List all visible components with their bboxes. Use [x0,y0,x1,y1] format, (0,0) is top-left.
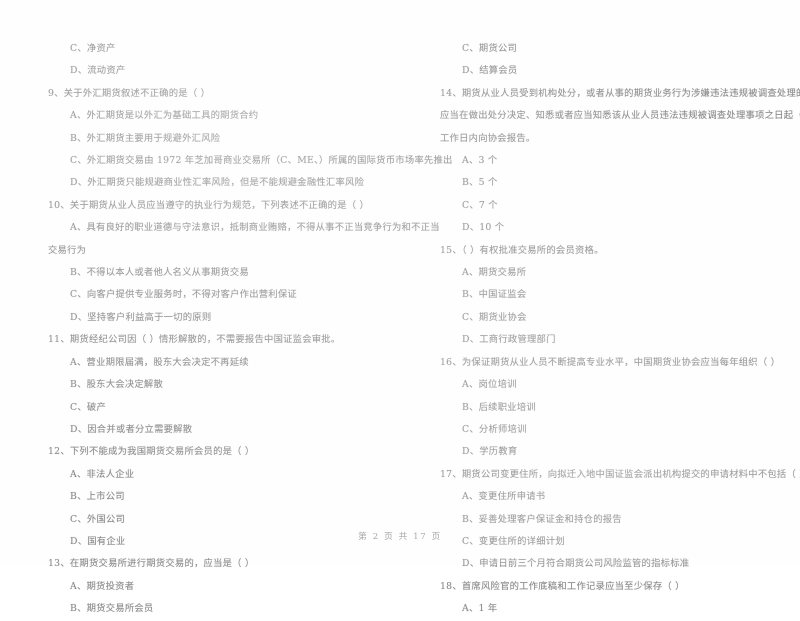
document-page: C、净资产 D、流动资产 9、关于外汇期货叙述不正确的是（ ） A、外汇期货是以外汇为… [0,0,800,614]
option-line: D、结算会员 [462,65,518,77]
option-line: A、3 个 [462,155,498,167]
option-line: C、净资产 [70,43,116,54]
option-line: A、变更住所申请书 [462,491,546,503]
option-line: B、上市公司 [70,491,125,503]
option-line: A、岗位培训 [462,379,517,391]
option-line: D、坚持客户利益高于一切的原则 [70,311,212,323]
question-line: 11、期货经纪公司因（ ）情形解散的，不需要报告中国证监会审批。 [48,334,341,346]
question-line: 18、首席风险官的工作底稿和工作记录应当至少保存（ ） [440,580,685,592]
option-line: B、股东大会决定解散 [70,379,164,391]
option-line: D、流动资产 [70,65,126,77]
option-line: D、学历教育 [462,446,518,458]
question-line: 16、为保证期货从业人员不断提高专业水平，中国期货业协会应当每年组织（ ） [440,356,781,368]
option-line: C、7 个 [462,199,498,211]
question-line: 10、关于期货从业人员应当遵守的执业行为规范，下列表述不正确的是（ ） [48,199,370,211]
question-line: 12、下列不能成为我国期货交易所会员的是（ ） [48,446,255,458]
option-line: A、非法人企业 [70,468,135,480]
page-footer: 第 2 页 共 17 页 [358,532,442,542]
option-line: A、具有良好的职业道德与守法意识，抵制商业贿赂，不得从事不正当竞争行为和不正当 [70,222,440,234]
option-line: D、外汇期货只能规避商业性汇率风险，但是不能规避金融性汇率风险 [70,177,365,189]
option-line-continued: 交易行为 [48,244,87,256]
option-line: B、不得以本人或者他人名义从事期货交易 [70,267,249,279]
option-line: A、外汇期货是以外汇为基础工具的期货合约 [70,110,259,122]
option-line: A、营业期限届满，股东大会决定不再延续 [70,356,249,368]
option-line: A、期货交易所 [462,267,527,279]
option-line: C、向客户提供专业服务时，不得对客户作出营利保证 [70,289,297,301]
option-line: B、妥善处理客户保证金和持仓的报告 [462,513,622,525]
option-line: D、因合并或者分立需要解散 [70,423,193,435]
question-line-continued: 应当在做出处分决定、知悉或者应当知悉该从业人员违法违规被调查处理事项之日起（ ） [440,110,800,122]
option-line: C、分析师培训 [462,423,527,435]
option-line: C、外汇期货交易由 1972 年芝加哥商业交易所（C、ME、）所属的国际货币市场… [70,155,453,167]
option-line: B、外汇期货主要用于规避外汇风险 [70,132,221,144]
option-line: B、期货交易所会员 [70,603,154,615]
option-line: C、期货业协会 [462,311,527,323]
option-line: A、1 年 [462,603,498,615]
question-line: 14、期货从业人员受到机构处分，或者从事的期货业务行为涉嫌违法违规被调查处理的，… [440,87,800,99]
question-line: 15、（ ）有权批准交易所的会员资格。 [440,244,604,256]
option-line: B、中国证监会 [462,289,527,301]
option-line: D、工商行政管理部门 [462,334,556,346]
option-line: B、5 个 [462,177,498,189]
option-line: C、外国公司 [70,513,126,525]
question-line-continued: 工作日内向协会报告。 [440,132,536,144]
question-line: 17、期货公司变更住所，向拟迁入地中国证监会派出机构提交的申请材料中不包括（ ） [440,468,800,480]
question-line: 9、关于外汇期货叙述不正确的是（ ） [48,87,211,99]
option-line: A、期货投资者 [70,580,135,592]
option-line: C、破产 [70,401,107,413]
two-column-body: C、净资产 D、流动资产 9、关于外汇期货叙述不正确的是（ ） A、外汇期货是以外汇为… [0,38,800,614]
option-line: B、后续职业培训 [462,401,536,413]
option-line: D、10 个 [462,222,505,234]
option-line: C、期货公司 [462,43,518,54]
